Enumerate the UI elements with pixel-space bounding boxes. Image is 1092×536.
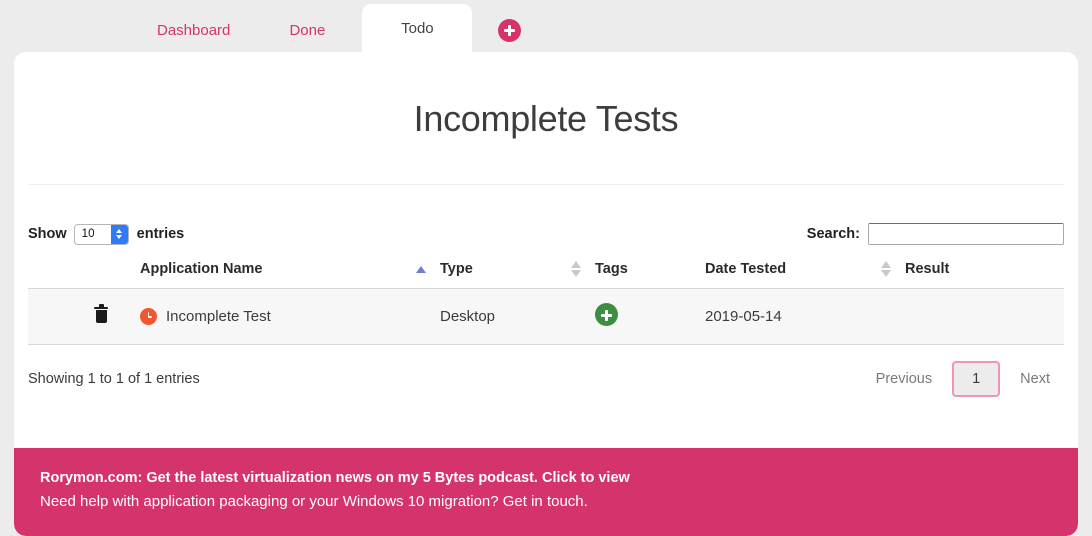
tab-dashboard[interactable]: Dashboard (135, 8, 252, 52)
tab-dashboard-label: Dashboard (157, 21, 231, 39)
search-input[interactable] (868, 223, 1064, 245)
sort-down-icon (881, 270, 891, 277)
show-entries-label: Show (28, 226, 67, 242)
add-tag-button-icon[interactable] (595, 303, 618, 326)
trash-icon[interactable] (94, 304, 108, 323)
application-name-wrapper: Incomplete Test (140, 308, 440, 325)
promo-banner: Rorymon.com: Get the latest virtualizati… (14, 448, 1078, 536)
pagination-page-1[interactable]: 1 (952, 361, 1001, 397)
table-header-result: Result (905, 261, 1064, 289)
row-date-tested-cell: 2019-05-14 (705, 288, 905, 345)
table-header-row: Application Name Type Tags Date Tested R… (28, 261, 1064, 289)
tab-todo-label: Todo (401, 19, 434, 37)
add-tab-button[interactable] (472, 8, 547, 52)
table-header-application-name-label: Application Name (140, 261, 263, 277)
page-title: Incomplete Tests (413, 98, 679, 139)
table-controls: Show 10 entries Search: (14, 185, 1078, 245)
search-label: Search: (806, 226, 860, 242)
table-body: Incomplete Test Desktop 2019-05-14 (28, 288, 1064, 345)
plus-circle-icon (498, 18, 522, 42)
table-header-tags-label: Tags (595, 261, 628, 277)
promo-headline[interactable]: Rorymon.com: Get the latest virtualizati… (40, 470, 1052, 486)
table-header-date-tested-label: Date Tested (705, 261, 787, 277)
row-delete-cell (28, 288, 140, 345)
table-header-result-label: Result (905, 261, 950, 277)
row-tags-cell (595, 288, 705, 345)
tab-done-label: Done (289, 21, 326, 39)
row-result-cell (905, 288, 1064, 345)
tab-todo[interactable]: Todo (362, 4, 473, 52)
show-entries-control: Show 10 entries (28, 223, 185, 245)
page-length-select[interactable]: 10 (73, 223, 129, 245)
search-control: Search: (807, 223, 1064, 245)
table-header-application-name[interactable]: Application Name (140, 261, 440, 289)
tests-table: Application Name Type Tags Date Tested R… (28, 261, 1064, 345)
tab-bar-spacer (0, 8, 135, 52)
page-length-value: 10 (81, 228, 95, 240)
table-header-date-tested[interactable]: Date Tested (705, 261, 905, 289)
tab-done[interactable]: Done (252, 8, 362, 52)
row-type-cell: Desktop (440, 288, 595, 345)
table-header-tags: Tags (595, 261, 705, 289)
row-application-name-cell: Incomplete Test (140, 288, 440, 345)
app-viewport: Dashboard Done Todo Incomplete Tests Sho… (0, 0, 1092, 536)
sort-down-icon (571, 270, 581, 277)
page-length-stepper-icon[interactable] (110, 224, 128, 244)
promo-subtext: Need help with application packaging or … (40, 493, 588, 510)
table-header-delete (28, 261, 140, 289)
entries-label: entries (136, 226, 185, 242)
table-row: Incomplete Test Desktop 2019-05-14 (28, 288, 1064, 345)
chevron-up-icon (116, 229, 123, 233)
content-card: Incomplete Tests Show 10 entries Search: (14, 52, 1078, 536)
sort-unsorted-icon (881, 261, 891, 277)
table-header-type-label: Type (440, 261, 473, 277)
sort-up-icon (881, 261, 891, 268)
sort-up-icon (571, 261, 581, 268)
table-footer: Showing 1 to 1 of 1 entries Previous 1 N… (14, 345, 1078, 397)
tab-bar: Dashboard Done Todo (0, 0, 1092, 52)
sort-ascending-icon (416, 266, 426, 273)
application-name-text: Incomplete Test (166, 308, 271, 325)
entries-info: Showing 1 to 1 of 1 entries (28, 371, 200, 387)
pagination-previous[interactable]: Previous (862, 362, 946, 396)
pagination-next[interactable]: Next (1006, 362, 1064, 396)
sort-unsorted-icon (571, 261, 581, 277)
clock-icon (140, 308, 157, 325)
table-head: Application Name Type Tags Date Tested R… (28, 261, 1064, 289)
pagination: Previous 1 Next (862, 361, 1064, 397)
chevron-down-icon (116, 235, 123, 239)
table-header-type[interactable]: Type (440, 261, 595, 289)
